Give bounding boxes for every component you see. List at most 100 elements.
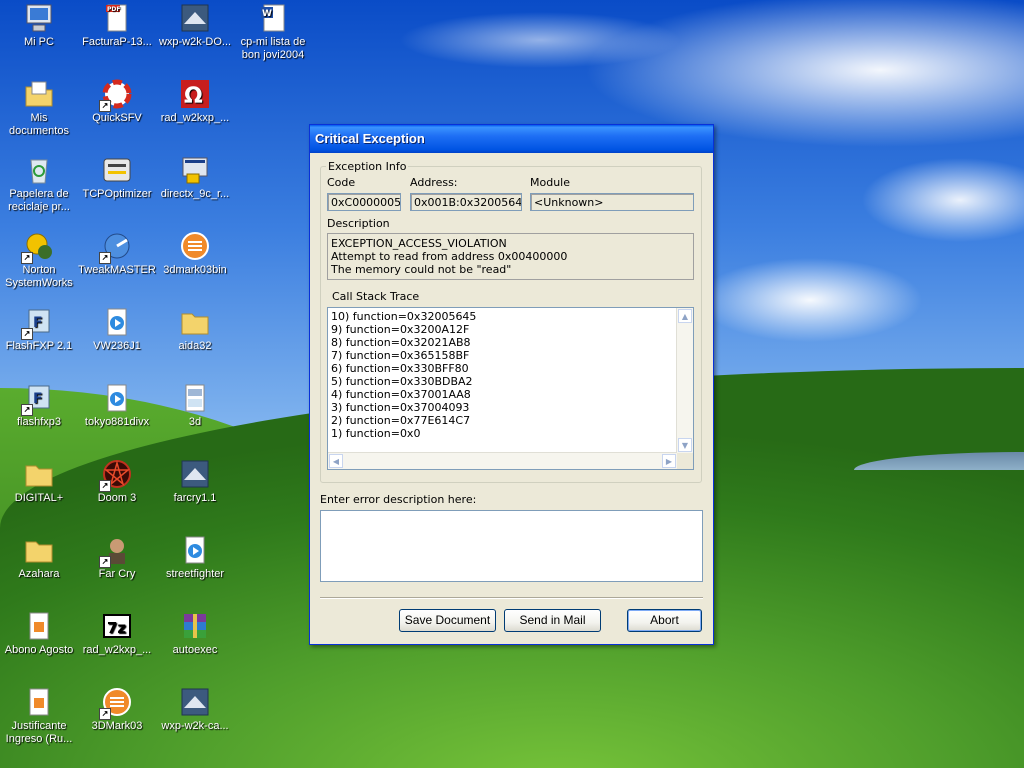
dialog-title[interactable]: Critical Exception [310,125,713,153]
desktop-icon-rad-w2kxp-omega[interactable]: Ω rad_w2kxp_... [156,78,234,125]
desktop-icon-3dmark03bin[interactable]: 3dmark03bin [156,230,234,277]
list-item[interactable]: 8) function=0x32021AB8 [330,336,675,349]
desktop-icon-rad-w2kxp-7z[interactable]: 7z rad_w2kxp_... [78,610,156,657]
desktop-icon-3d[interactable]: 3d [156,382,234,429]
desktop-icon-wxp-w2k-do[interactable]: wxp-w2k-DO... [156,2,234,49]
desktop-icon-label: aida32 [178,340,212,352]
exception-info-legend: Exception Info [326,160,409,173]
desktop-icon-norton[interactable]: ↗ Norton SystemWorks [0,230,78,290]
desktop-icon-autoexec[interactable]: autoexec [156,610,234,657]
desktop-icon-tcpoptimizer[interactable]: TCPOptimizer [78,154,156,201]
list-item[interactable]: 4) function=0x37001AA8 [330,388,675,401]
svg-text:W: W [262,9,272,19]
scroll-down-icon[interactable]: ▼ [678,438,692,452]
desktop-icon-flashfxp21[interactable]: F ↗ FlashFXP 2.1 [0,306,78,353]
divider [320,597,703,599]
desktop-icon-cp-mi-lista[interactable]: W cp-mi lista de bon jovi2004 [234,2,312,62]
desktop-icon-aida32[interactable]: aida32 [156,306,234,353]
module-field[interactable]: <Unknown> [530,193,694,211]
svg-text:PDF: PDF [107,6,120,13]
norton-icon: ↗ [21,230,55,264]
desktop-icon-label: autoexec [172,644,218,656]
error-prompt-label: Enter error description here: [320,493,477,506]
send-in-mail-button[interactable]: Send in Mail [504,609,601,632]
desktop-icon-tweakmaster[interactable]: ↗ TweakMASTER [78,230,156,277]
desktop-icon-digital[interactable]: DIGITAL+ [0,458,78,505]
desktop-icon-label: directx_9c_r... [160,188,230,200]
desktop-icon-label: DIGITAL+ [14,492,64,504]
winrar-icon [179,610,211,642]
media-file-icon [101,306,133,338]
tcp-optimizer-icon [101,154,133,186]
tweakmaster-icon: ↗ [99,230,133,264]
desktop-icon-label: Abono Agosto [4,644,74,656]
desktop-icon-doom3[interactable]: ↗ Doom 3 [78,458,156,505]
error-description-input[interactable] [320,510,703,582]
scroll-up-icon[interactable]: ▲ [678,309,692,323]
desktop-icon-justificante[interactable]: Justificante Ingreso (Ru... [0,686,78,746]
description-line: The memory could not be "read" [331,263,512,276]
desktop-icon-papelera[interactable]: Papelera de reciclaje pr... [0,154,78,214]
code-field[interactable]: 0xC0000005 [327,193,401,211]
scrollbar-corner [677,453,693,469]
desktop-icon-label: tokyo881divx [84,416,150,428]
desktop-icon-3dmark03[interactable]: ↗ 3DMark03 [78,686,156,733]
desktop-icon-azahara[interactable]: Azahara [0,534,78,581]
abort-button[interactable]: Abort [627,609,702,632]
installer-icon [179,686,211,718]
doom3-icon: ↗ [99,458,133,492]
desktop-icon-label: TCPOptimizer [82,188,152,200]
desktop-icon-quicksfv[interactable]: ↗ QuickSFV [78,78,156,125]
desktop-icon-label: TweakMASTER [78,264,156,276]
desktop-icon-mi-pc[interactable]: Mi PC [0,2,78,49]
desktop-icon-factura[interactable]: PDF FacturaP-13... [78,2,156,49]
call-stack-list[interactable]: 10) function=0x32005645 9) function=0x32… [327,307,694,470]
list-item[interactable]: 10) function=0x32005645 [330,310,675,323]
list-item[interactable]: 3) function=0x37004093 [330,401,675,414]
list-item[interactable]: 2) function=0x77E614C7 [330,414,675,427]
desktop-icon-label: 3dmark03bin [163,264,227,276]
desktop-icon-label: wxp-w2k-DO... [158,36,232,48]
code-label: Code [327,176,356,189]
save-document-button[interactable]: Save Document [399,609,496,632]
scroll-right-icon[interactable]: ▶ [662,454,676,468]
scroll-left-icon[interactable]: ◀ [329,454,343,468]
address-field[interactable]: 0x001B:0x32005645 [410,193,522,211]
desktop-icon-label: Mis documentos [9,112,69,137]
desktop-icon-abono-agosto[interactable]: Abono Agosto [0,610,78,657]
description-line: Attempt to read from address 0x00400000 [331,250,568,263]
lifebuoy-icon: ↗ [99,78,133,112]
3d-file-icon [179,382,211,414]
desktop-icon-label: FlashFXP 2.1 [5,340,73,352]
module-label: Module [530,176,570,189]
desktop-icon-vw236j1[interactable]: VW236J1 [78,306,156,353]
directx-icon [179,154,211,186]
list-item[interactable]: 5) function=0x330BDBA2 [330,375,675,388]
description-label: Description [327,217,390,230]
critical-exception-dialog: Critical Exception Exception Info Code 0… [309,124,714,645]
desktop-icon-streetfighter[interactable]: streetfighter [156,534,234,581]
3dmark-icon: ↗ [99,686,133,720]
desktop-icon-flashfxp3[interactable]: F ↗ flashfxp3 [0,382,78,429]
desktop-icon-mis-documentos[interactable]: Mis documentos [0,78,78,138]
desktop-icon-tokyo881divx[interactable]: tokyo881divx [78,382,156,429]
list-item[interactable]: 6) function=0x330BFF80 [330,362,675,375]
list-item[interactable]: 1) function=0x0 [330,427,675,440]
flashfxp-icon: F ↗ [21,306,55,340]
desktop-icon-wxp-w2k-ca[interactable]: wxp-w2k-ca... [156,686,234,733]
vertical-scrollbar[interactable]: ▲ ▼ [676,308,693,453]
folder-icon [179,306,211,338]
description-field[interactable]: EXCEPTION_ACCESS_VIOLATION Attempt to re… [327,233,694,280]
desktop-icon-directx[interactable]: directx_9c_r... [156,154,234,201]
list-item[interactable]: 7) function=0x365158BF [330,349,675,362]
word-document-icon: W [257,2,289,34]
desktop-icon-label: Azahara [18,568,60,580]
desktop-icon-farcry[interactable]: ↗ Far Cry [78,534,156,581]
svg-text:F: F [33,315,43,331]
media-file-icon [179,534,211,566]
horizontal-scrollbar[interactable]: ◀ ▶ [328,452,677,469]
desktop-icon-farcry11[interactable]: farcry1.1 [156,458,234,505]
list-item[interactable]: 9) function=0x3200A12F [330,323,675,336]
7zip-icon: 7z [101,610,133,642]
desktop-icon-label: cp-mi lista de bon jovi2004 [240,36,306,61]
